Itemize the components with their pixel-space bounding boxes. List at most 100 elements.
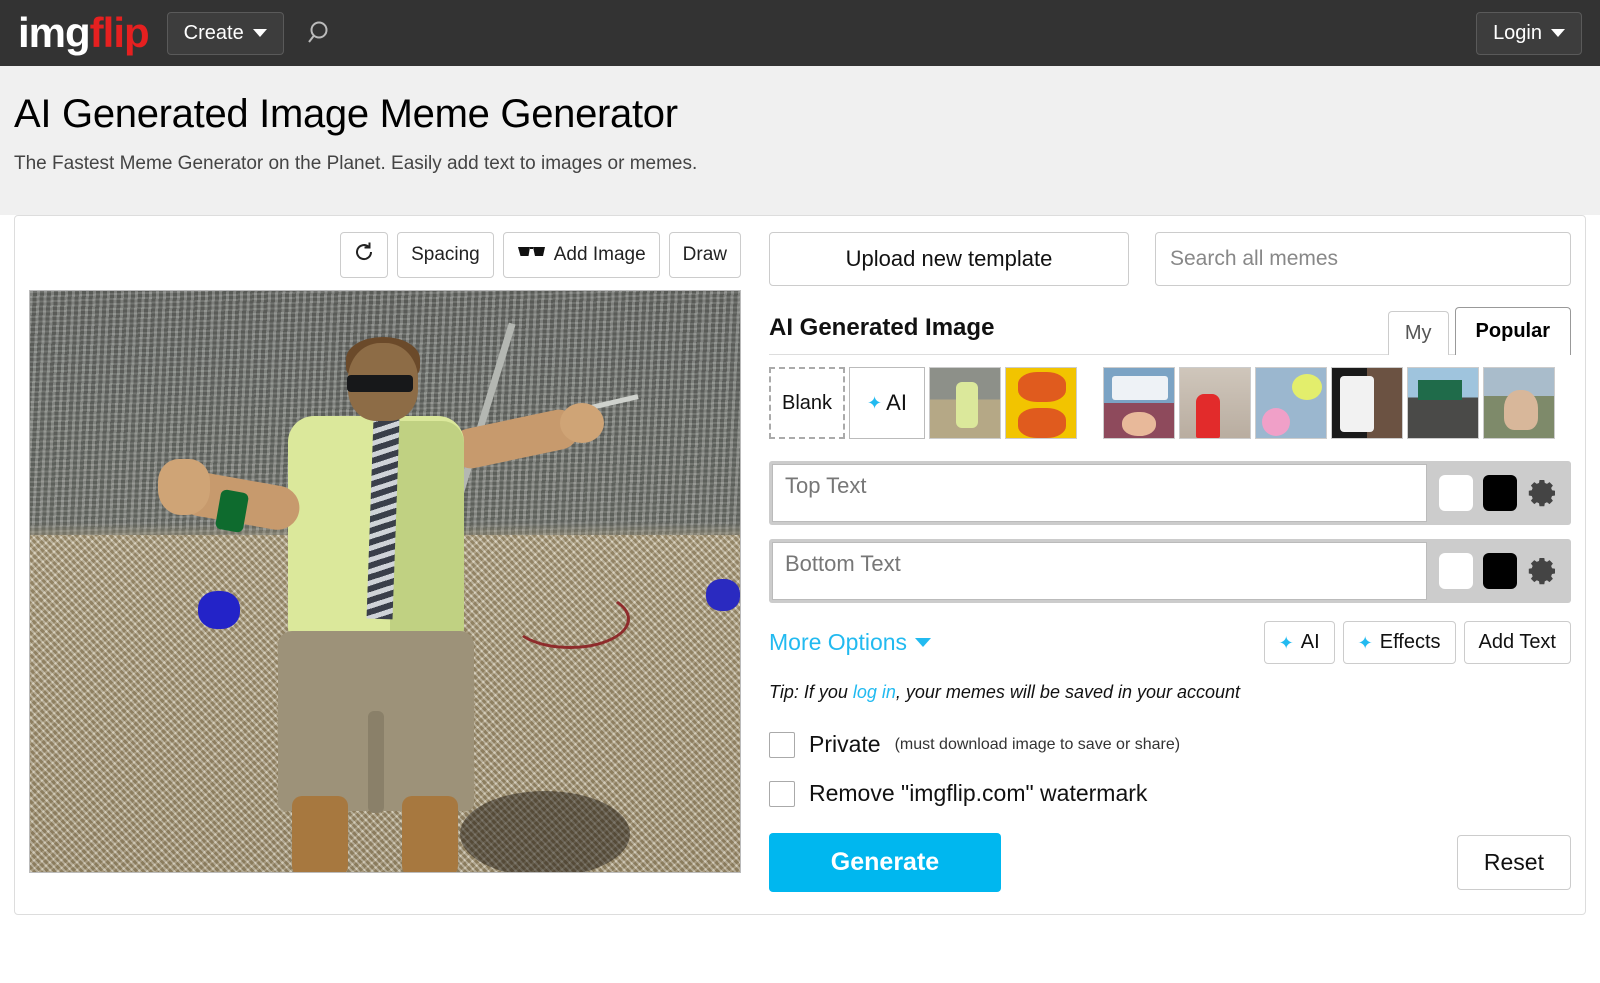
top-text-input[interactable] [772, 464, 1427, 522]
meme-image-torso-shading [390, 421, 464, 636]
template-thumb-uno-draw-25[interactable] [1331, 367, 1403, 439]
page-header: AI Generated Image Meme Generator The Fa… [0, 66, 1600, 215]
login-tip-link[interactable]: log in [853, 682, 896, 702]
search-icon[interactable] [306, 18, 336, 48]
image-toolbar: Spacing Add Image Draw [29, 232, 751, 278]
draw-button[interactable]: Draw [668, 232, 741, 278]
logo-img-part: img [18, 9, 91, 56]
more-options-toggle[interactable]: More Options [769, 629, 932, 656]
login-button-label: Login [1493, 21, 1542, 44]
remove-watermark-checkbox[interactable] [769, 780, 795, 807]
spacing-button-label: Spacing [411, 244, 480, 265]
logo-flip-part: flip [89, 9, 150, 56]
tab-popular[interactable]: Popular [1454, 307, 1571, 355]
more-options-label: More Options [769, 629, 908, 655]
reset-button[interactable]: Reset [1456, 835, 1571, 890]
template-ai-label: AI [886, 390, 907, 415]
sparkle-icon: ✦ [1278, 632, 1294, 653]
remove-watermark-label: Remove "imgflip.com" watermark [809, 780, 1148, 806]
ai-button[interactable]: ✦ AI [1263, 621, 1335, 664]
meme-image-canvas[interactable] [29, 290, 741, 873]
spacing-button[interactable]: Spacing [397, 232, 494, 278]
template-blank[interactable]: Blank [769, 367, 845, 439]
template-thumb-drake[interactable] [1005, 367, 1077, 439]
rotate-icon [353, 241, 375, 269]
template-search-row: Upload new template [769, 232, 1571, 286]
meme-image-shorts-seam [368, 711, 384, 813]
top-text-fill-color-swatch[interactable] [1483, 475, 1517, 511]
bottom-text-outline-color-swatch[interactable] [1439, 553, 1473, 589]
template-thumb-bernie[interactable] [1483, 367, 1555, 439]
chevron-down-icon [1551, 29, 1565, 37]
sparkle-icon: ✦ [867, 393, 883, 413]
meme-image-right-leg [402, 796, 458, 872]
chevron-down-icon [252, 29, 267, 37]
private-checkbox-label: Private [809, 731, 881, 757]
meme-image-blue-object-left [198, 591, 240, 629]
sunglasses-icon [517, 244, 547, 266]
template-thumb-spongebob[interactable] [1103, 367, 1175, 439]
watermark-checkbox-row: Remove "imgflip.com" watermark [769, 780, 1571, 807]
meme-preview-column: Spacing Add Image Draw [29, 232, 769, 898]
top-navbar: imgflip Create Login [0, 0, 1600, 66]
top-text-outline-color-swatch[interactable] [1439, 475, 1473, 511]
login-button[interactable]: Login [1476, 11, 1582, 55]
bottom-text-row [769, 539, 1571, 603]
ai-button-label: AI [1300, 631, 1320, 653]
meme-image-sunglasses [347, 375, 413, 392]
template-thumbnail-strip: Blank ✦ AI [769, 367, 1571, 439]
bottom-text-fill-color-swatch[interactable] [1483, 553, 1517, 589]
upload-new-template-button[interactable]: Upload new template [769, 232, 1129, 286]
create-button[interactable]: Create [166, 11, 284, 55]
meme-image-red-cable [510, 589, 630, 649]
effects-button[interactable]: ✦ Effects [1342, 621, 1456, 664]
login-tip: Tip: If you log in, your memes will be s… [769, 682, 1571, 703]
page-title: AI Generated Image Meme Generator [14, 92, 678, 136]
chevron-down-icon [915, 638, 932, 647]
gear-icon [1528, 480, 1555, 507]
meme-generator-card: Spacing Add Image Draw Upload new templa… [14, 215, 1586, 915]
private-checkbox-note: (must download image to save or share) [894, 735, 1181, 753]
tab-my[interactable]: My [1387, 311, 1449, 355]
bottom-text-settings-button[interactable] [1527, 555, 1559, 587]
template-thumb-monkey-puppet[interactable] [1255, 367, 1327, 439]
meme-image-right-hand [560, 403, 604, 443]
login-tip-suffix: , your memes will be saved in your accou… [895, 682, 1241, 702]
template-thumb-ai-generated-image[interactable] [929, 367, 1001, 439]
meme-controls-column: Upload new template AI Generated Image M… [769, 232, 1571, 898]
template-thumb-left-exit-12[interactable] [1407, 367, 1479, 439]
top-text-row [769, 461, 1571, 525]
page-subtitle: The Fastest Meme Generator on the Planet… [14, 153, 698, 174]
bottom-text-style-controls [1427, 539, 1571, 603]
selected-template-name: AI Generated Image [769, 314, 995, 341]
meme-image-left-leg [292, 796, 348, 872]
template-ai[interactable]: ✦ AI [849, 367, 925, 439]
options-row: More Options ✦ AI ✦ Effects Add Text [769, 621, 1571, 664]
sparkle-icon: ✦ [1357, 632, 1373, 653]
private-checkbox[interactable] [769, 731, 795, 758]
meme-image-shadow [460, 791, 630, 872]
create-button-label: Create [183, 21, 244, 44]
top-text-settings-button[interactable] [1527, 477, 1559, 509]
template-thumb-distracted-boyfriend[interactable] [1179, 367, 1251, 439]
imgflip-logo[interactable]: imgflip [18, 9, 150, 56]
add-text-button[interactable]: Add Text [1463, 621, 1571, 664]
draw-button-label: Draw [682, 244, 727, 265]
add-image-button-label: Add Image [553, 244, 646, 265]
private-checkbox-row: Private (must download image to save or … [769, 731, 1571, 758]
meme-image-left-hand [158, 459, 210, 515]
top-text-style-controls [1427, 461, 1571, 525]
rotate-button[interactable] [340, 232, 389, 278]
effects-button-label: Effects [1379, 631, 1441, 653]
add-text-button-label: Add Text [1478, 631, 1556, 653]
meme-image-blue-object-right [706, 579, 740, 611]
search-all-memes-input[interactable] [1155, 232, 1571, 286]
option-buttons: ✦ AI ✦ Effects Add Text [1263, 621, 1571, 664]
gear-icon [1528, 558, 1555, 585]
bottom-text-input[interactable] [772, 542, 1427, 600]
login-tip-prefix: Tip: If you [769, 682, 853, 702]
add-image-button[interactable]: Add Image [502, 232, 660, 278]
template-section-header: AI Generated Image My Popular [769, 306, 1571, 355]
action-row: Generate Reset [769, 833, 1571, 892]
generate-button[interactable]: Generate [769, 833, 1001, 892]
